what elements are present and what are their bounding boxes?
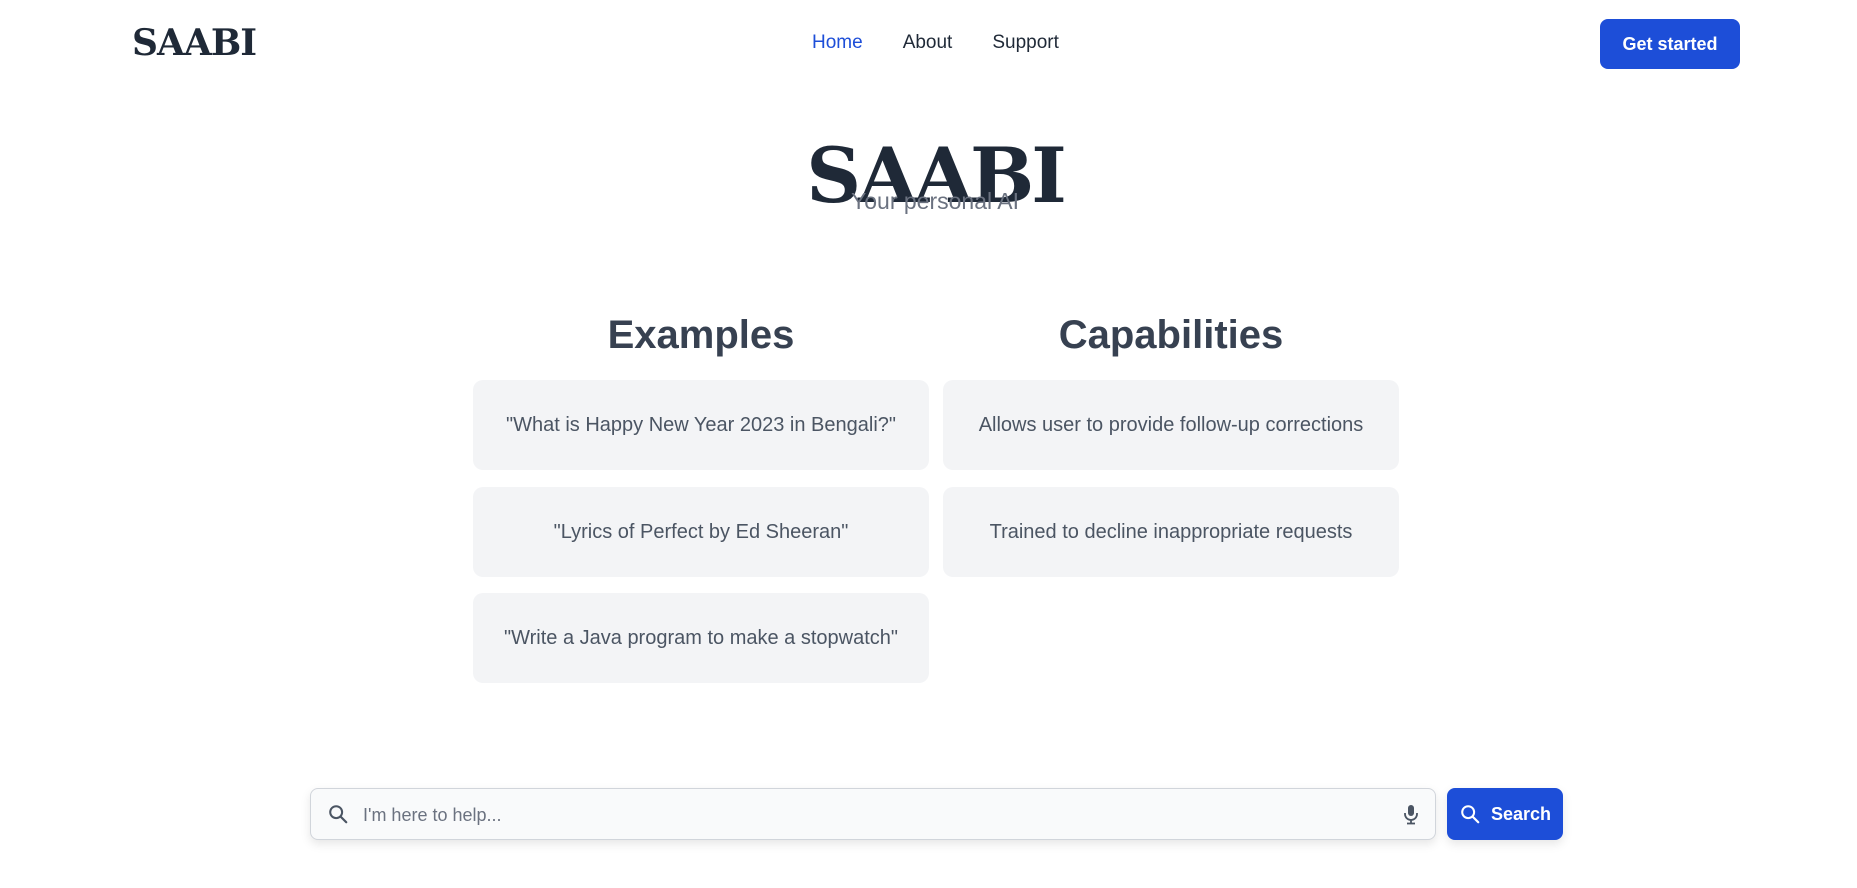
hero-subtitle: Your personal AI (851, 188, 1019, 214)
nav-home-link[interactable]: Home (812, 32, 863, 54)
example-card[interactable]: "Lyrics of Perfect by Ed Sheeran" (473, 487, 929, 577)
main-nav: Home About Support (812, 32, 1059, 54)
nav-about-link[interactable]: About (903, 32, 953, 54)
search-box (310, 788, 1436, 840)
search-icon (327, 803, 349, 825)
example-card[interactable]: "What is Happy New Year 2023 in Bengali?… (473, 380, 929, 470)
nav-support-link[interactable]: Support (992, 32, 1059, 54)
top-navigation: SAABI Home About Support Get started (0, 0, 1857, 90)
logo[interactable]: SAABI (132, 22, 257, 64)
search-button-label: Search (1490, 803, 1552, 824)
get-started-button[interactable]: Get started (1600, 19, 1740, 69)
microphone-icon[interactable] (1401, 803, 1421, 825)
examples-heading: Examples (607, 313, 795, 357)
example-card[interactable]: "Write a Java program to make a stopwatc… (473, 593, 929, 683)
search-input[interactable] (361, 797, 1365, 833)
capabilities-heading: Capabilities (1058, 313, 1284, 357)
capability-card: Trained to decline inappropriate request… (943, 487, 1399, 577)
search-button[interactable]: Search (1447, 788, 1563, 840)
capability-card: Allows user to provide follow-up correct… (943, 380, 1399, 470)
search-icon (1461, 805, 1480, 824)
